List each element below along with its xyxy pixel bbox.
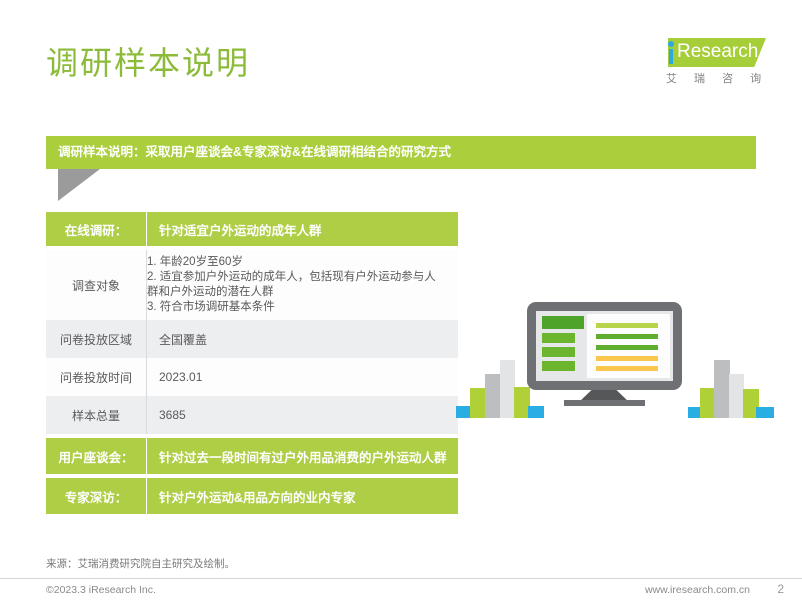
copyright-text: ©2023.3 iResearch Inc. [46,584,156,596]
logo-i-stem-icon [669,49,673,64]
row-value: 针对户外运动&用品方向的业内专家 [147,478,458,514]
monitor-frame [527,302,682,390]
row-value-line: 3. 符合市场调研基本条件 [147,300,458,315]
iresearch-logo: Research 艾 瑞 咨 询 [658,36,766,92]
screen-sidebar-block [542,347,575,357]
bar-light-gray [729,374,744,418]
row-label: 样本总量 [46,396,146,434]
row-label: 用户座谈会： [46,438,146,474]
row-value: 2023.01 [147,358,458,396]
banner-tail-triangle [58,169,100,201]
slide-page: 调研样本说明 Research 艾 瑞 咨 询 调研样本说明：采取用户座谈会&专… [0,0,802,602]
sample-description-table: 在线调研： 针对适宜户外运动的成年人群 调查对象 1. 年龄20岁至60岁 2.… [46,212,458,514]
table-row: 专家深访： 针对户外运动&用品方向的业内专家 [46,478,458,514]
screen-content-line [596,356,658,361]
bar-chart-group-right [692,338,780,418]
row-value: 针对适宜户外运动的成年人群 [147,212,458,246]
row-label: 在线调研： [46,212,146,246]
table-row: 调查对象 1. 年龄20岁至60岁 2. 适宜参加户外运动的成年人，包括现有户外… [46,250,458,320]
monitor-stand-base [564,400,645,406]
table-row: 样本总量 3685 [46,396,458,434]
bar-gray [714,360,730,418]
row-value: 全国覆盖 [147,320,458,358]
table-row: 在线调研： 针对适宜户外运动的成年人群 [46,212,458,246]
monitor-illustration [452,300,782,418]
table-row: 用户座谈会： 针对过去一段时间有过户外用品消费的户外运动人群 [46,438,458,474]
screen-sidebar [536,311,587,381]
screen-sidebar-block [542,333,575,343]
page-title: 调研样本说明 [46,38,250,84]
screen-sidebar-block [542,361,575,371]
table-row: 问卷投放区域 全国覆盖 [46,320,458,358]
screen-content-line [596,334,658,339]
screen-sidebar-block [542,316,584,329]
row-label: 专家深访： [46,478,146,514]
logo-wordmark: Research [677,41,758,63]
row-label: 问卷投放时间 [46,358,146,396]
row-value-list: 1. 年龄20岁至60岁 2. 适宜参加户外运动的成年人，包括现有户外运动参与人… [147,255,458,315]
row-value-line: 1. 年龄20岁至60岁 [147,255,458,270]
screen-content-line [596,366,658,371]
row-value: 针对过去一段时间有过户外用品消费的户外运动人群 [147,438,458,474]
logo-i-dot-icon [668,41,674,47]
bar-light-gray [500,360,515,418]
table-row: 问卷投放时间 2023.01 [46,358,458,396]
website-url: www.iresearch.com.cn [645,584,750,596]
screen-content-line [596,345,658,350]
logo-chinese-name: 艾 瑞 咨 询 [666,70,768,86]
footer-divider [0,578,802,579]
section-banner-text: 调研样本说明：采取用户座谈会&专家深访&在线调研相结合的研究方式 [58,136,451,169]
section-banner: 调研样本说明：采取用户座谈会&专家深访&在线调研相结合的研究方式 [46,136,756,169]
screen-content-line [596,323,658,328]
row-label: 调查对象 [46,250,146,320]
source-note: 来源：艾瑞消费研究院自主研究及绘制。 [46,556,235,571]
screen-content-panel [587,314,670,378]
monitor-screen [536,311,673,381]
row-label: 问卷投放区域 [46,320,146,358]
page-number: 2 [777,582,784,596]
bar-green [470,388,486,418]
row-value-line: 2. 适宜参加户外运动的成年人，包括现有户外运动参与人群和户外运动的潜在人群 [147,270,447,300]
bar-gray [485,374,501,418]
bar-blue [528,406,544,418]
bar-blue [756,407,774,418]
row-value: 3685 [147,396,458,434]
